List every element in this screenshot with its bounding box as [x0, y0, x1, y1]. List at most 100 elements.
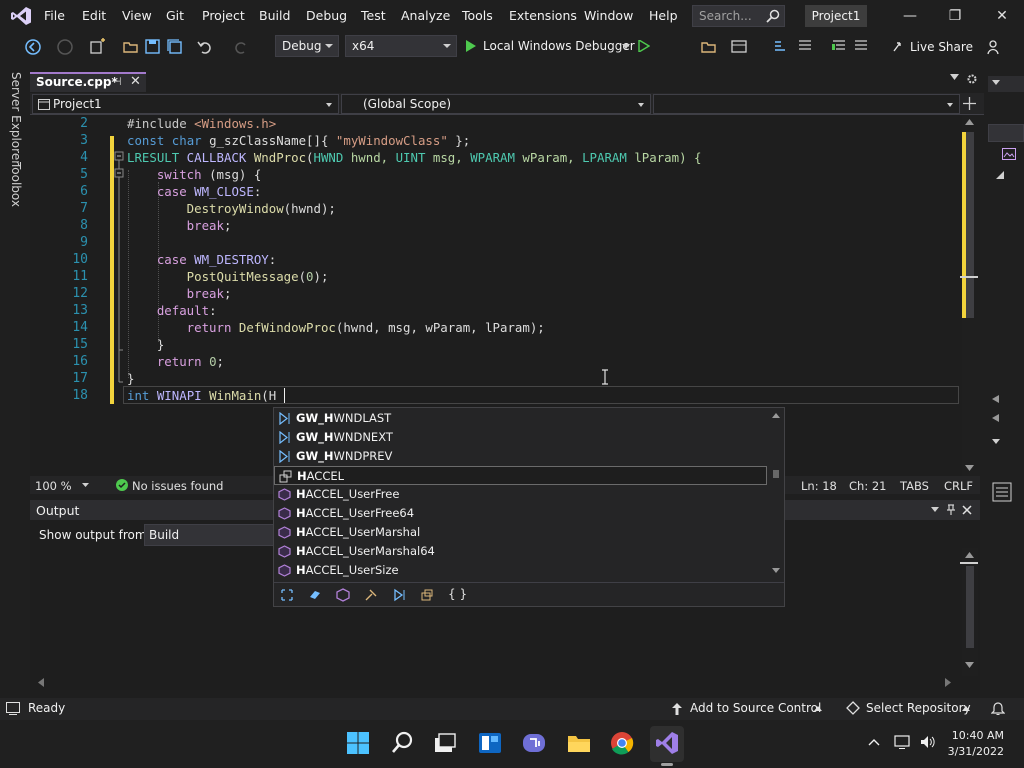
code-line-13[interactable]: default: [127, 303, 217, 318]
close-tab-icon[interactable]: ✕ [130, 74, 141, 89]
code-line-8[interactable]: break; [127, 218, 232, 233]
tab-list-dropdown-icon[interactable] [950, 74, 959, 80]
pin-icon[interactable]: ⊣ [112, 75, 122, 88]
filter-all-icon[interactable] [280, 588, 294, 602]
start-debugger-button[interactable]: Local Windows Debugger [483, 39, 635, 53]
filter-braces-icon[interactable]: { } [448, 587, 467, 601]
volume-icon[interactable] [920, 735, 936, 749]
menu-edit[interactable]: Edit [82, 8, 106, 23]
close-window-button[interactable]: ✕ [994, 8, 1010, 24]
step-over-icon[interactable] [772, 38, 790, 56]
select-repository-button[interactable]: Select Repository [866, 701, 971, 715]
bookmark-icon[interactable] [796, 38, 814, 56]
code-line-11[interactable]: PostQuitMessage(0); [127, 269, 329, 284]
filter-function-icon[interactable] [336, 588, 350, 602]
code-line-18[interactable]: int WINAPI WinMain(H [127, 388, 276, 403]
feedback-icon[interactable] [986, 38, 1004, 56]
menu-view[interactable]: View [122, 8, 152, 23]
notifications-bell-icon[interactable] [991, 701, 1005, 716]
save-all-icon[interactable] [166, 38, 184, 56]
completion-scrollbar[interactable] [768, 408, 784, 580]
menu-window[interactable]: Window [584, 8, 633, 23]
menu-test[interactable]: Test [361, 8, 386, 23]
completion-item[interactable]: HACCEL_UserFree64 [274, 504, 767, 523]
chevron-up-icon[interactable] [962, 706, 970, 711]
filter-namespace-icon[interactable] [308, 588, 322, 602]
file-explorer-icon[interactable] [566, 730, 592, 756]
live-share-icon[interactable] [890, 38, 908, 56]
chrome-icon[interactable] [609, 730, 635, 756]
start-without-debugging-icon[interactable] [638, 40, 650, 52]
open-folder-icon[interactable] [122, 38, 140, 56]
properties-icon[interactable] [992, 482, 1012, 502]
zoom-dropdown[interactable]: 100 % [35, 479, 72, 493]
uncomment-icon[interactable] [852, 38, 870, 56]
menu-build[interactable]: Build [259, 8, 290, 23]
line-ending-status[interactable]: CRLF [944, 479, 973, 493]
chevron-up-icon[interactable] [814, 706, 822, 711]
chevron-down-icon[interactable] [931, 507, 939, 512]
completion-item[interactable]: HACCEL [274, 466, 767, 485]
code-line-7[interactable]: DestroyWindow(hwnd); [127, 201, 336, 216]
task-view-icon[interactable] [432, 730, 458, 756]
chevron-down-icon[interactable] [992, 439, 1000, 444]
windows-start-icon[interactable] [345, 730, 371, 756]
completion-item[interactable]: HACCEL_UserMarshal64 [274, 542, 767, 561]
column-number-status[interactable]: Ch: 21 [849, 479, 886, 493]
completion-item[interactable]: GW_HWNDNEXT [274, 428, 767, 447]
pin-icon[interactable] [946, 504, 956, 516]
menu-help[interactable]: Help [649, 8, 678, 23]
filter-typedef-icon[interactable] [420, 588, 434, 602]
menu-file[interactable]: File [44, 8, 65, 23]
solution-configuration-dropdown[interactable]: Debug [275, 35, 339, 57]
line-number-status[interactable]: Ln: 18 [801, 479, 837, 493]
scroll-down-icon[interactable] [772, 568, 780, 573]
filter-field-icon[interactable] [364, 588, 378, 602]
image-icon[interactable] [1002, 148, 1016, 160]
minimize-button[interactable]: — [902, 8, 918, 24]
search-icon[interactable] [390, 730, 416, 756]
editor-scrollbar-thumb[interactable] [966, 132, 974, 318]
completion-item[interactable]: HACCEL_UserSize [274, 561, 767, 580]
completion-item[interactable]: GW_HWNDPREV [274, 447, 767, 466]
completion-item[interactable]: HACCEL_UserMarshal [274, 523, 767, 542]
expand-arrow-icon[interactable] [996, 171, 1004, 179]
code-line-2[interactable]: #include <Windows.h> [127, 116, 276, 131]
scroll-up-icon[interactable] [772, 413, 780, 418]
scope-dropdown[interactable]: (Global Scope) [341, 94, 651, 114]
restore-button[interactable]: ❐ [947, 8, 963, 24]
redo-icon[interactable] [232, 38, 250, 56]
output-scrollbar-thumb[interactable] [966, 566, 974, 648]
scroll-left-icon[interactable] [992, 395, 999, 403]
code-line-16[interactable]: return 0; [127, 354, 224, 369]
menu-debug[interactable]: Debug [306, 8, 347, 23]
completion-scrollbar-thumb[interactable] [773, 470, 779, 478]
comment-out-icon[interactable] [830, 38, 848, 56]
code-line-14[interactable]: return DefWindowProc(hwnd, msg, wParam, … [127, 320, 545, 335]
chevron-down-icon[interactable] [992, 80, 1000, 85]
menu-git[interactable]: Git [166, 8, 184, 23]
add-to-source-control-button[interactable]: Add to Source Control [690, 701, 821, 715]
filter-enum-icon[interactable] [392, 588, 406, 602]
scroll-down-icon[interactable] [965, 465, 974, 471]
widgets-icon[interactable] [477, 730, 503, 756]
chevron-down-icon[interactable] [82, 483, 89, 487]
live-share-button[interactable]: Live Share [910, 40, 973, 54]
code-line-3[interactable]: const char g_szClassName[]{ "myWindowCla… [127, 133, 470, 148]
server-explorer-tab[interactable]: Server Explorer [9, 72, 23, 165]
scroll-up-icon[interactable] [965, 552, 974, 558]
scroll-up-icon[interactable] [965, 119, 974, 125]
chevron-up-icon[interactable] [868, 738, 880, 746]
teams-chat-icon[interactable] [521, 730, 547, 756]
start-debugging-icon[interactable] [465, 40, 477, 52]
intellisense-completion-list[interactable]: GW_HWNDLAST GW_HWNDNEXT GW_HWNDPREV HACCEL H… [273, 407, 785, 607]
gear-icon[interactable] [966, 73, 978, 85]
issues-status[interactable]: No issues found [132, 479, 223, 493]
solution-explorer-search[interactable] [988, 124, 1024, 142]
code-line-10[interactable]: case WM_DESTROY: [127, 252, 276, 267]
code-line-6[interactable]: case WM_CLOSE: [127, 184, 261, 199]
navigate-back-icon[interactable] [24, 38, 42, 56]
project-name-badge[interactable]: Project1 [805, 5, 867, 27]
new-project-icon[interactable] [89, 38, 107, 56]
network-icon[interactable] [894, 734, 912, 750]
